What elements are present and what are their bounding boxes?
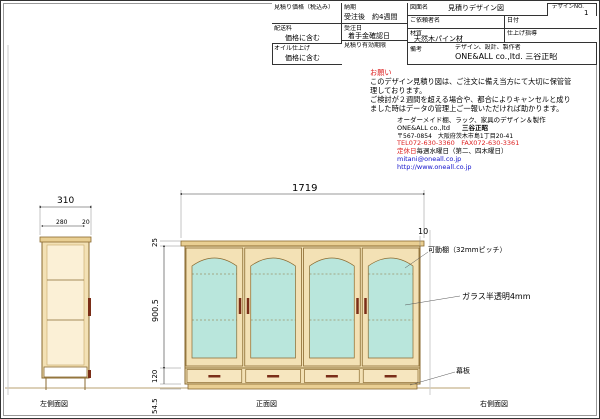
right-offset-label: 10	[418, 227, 428, 236]
side-back-label: 20	[82, 219, 90, 226]
drawer	[186, 369, 243, 383]
door-glass	[191, 257, 238, 359]
drawer-height-label: 120	[151, 370, 159, 383]
view-right-label: 右側面図	[480, 399, 508, 408]
door-glass	[250, 257, 296, 359]
drawer	[304, 369, 360, 383]
door-handle	[246, 298, 250, 314]
drawer-handle	[267, 375, 280, 378]
drawer-handle	[208, 375, 221, 378]
plinth	[187, 383, 418, 390]
side-width-label: 310	[57, 196, 74, 206]
side-drawer	[43, 366, 88, 378]
view-left-label: 左側面図	[40, 399, 68, 408]
drawer	[362, 369, 419, 383]
door	[361, 247, 420, 367]
shelf-label: 可動棚（32mmピッチ）	[428, 245, 507, 254]
cabinet-drawing: 310 280 20 左側面図 1719 10 25 900.5 120 54.…	[5, 45, 531, 414]
door-glass	[367, 257, 414, 359]
top-thickness-label: 25	[151, 238, 159, 247]
side-inner	[46, 244, 85, 366]
door-glass	[309, 257, 355, 359]
plinth-label: 幕板	[456, 366, 470, 375]
side-handle	[88, 298, 91, 316]
door	[185, 247, 244, 367]
body-height-label: 900.5	[151, 299, 160, 322]
glass-label: ガラス半透明4mm	[462, 291, 531, 301]
door	[244, 247, 302, 367]
plinth-height-label: 54.5	[151, 398, 159, 414]
front-width-label: 1719	[292, 183, 317, 194]
drawer-handle	[325, 375, 338, 378]
side-handle-2	[88, 370, 91, 378]
side-top	[39, 236, 92, 243]
left-side-view: 310 280 20 左側面図	[38, 196, 93, 408]
front-view: 1719 10 25 900.5 120 54.5 可動棚（32mmピッチ） ガ…	[151, 183, 531, 414]
side-inner-label: 280	[56, 219, 68, 226]
door	[303, 247, 361, 367]
door-handle	[356, 298, 359, 314]
door-handle	[238, 298, 242, 314]
drawer-handle	[384, 375, 397, 378]
view-front-label: 正面図	[256, 400, 277, 408]
front-top	[180, 240, 425, 247]
drawer	[245, 369, 301, 383]
door-handle	[364, 298, 367, 314]
